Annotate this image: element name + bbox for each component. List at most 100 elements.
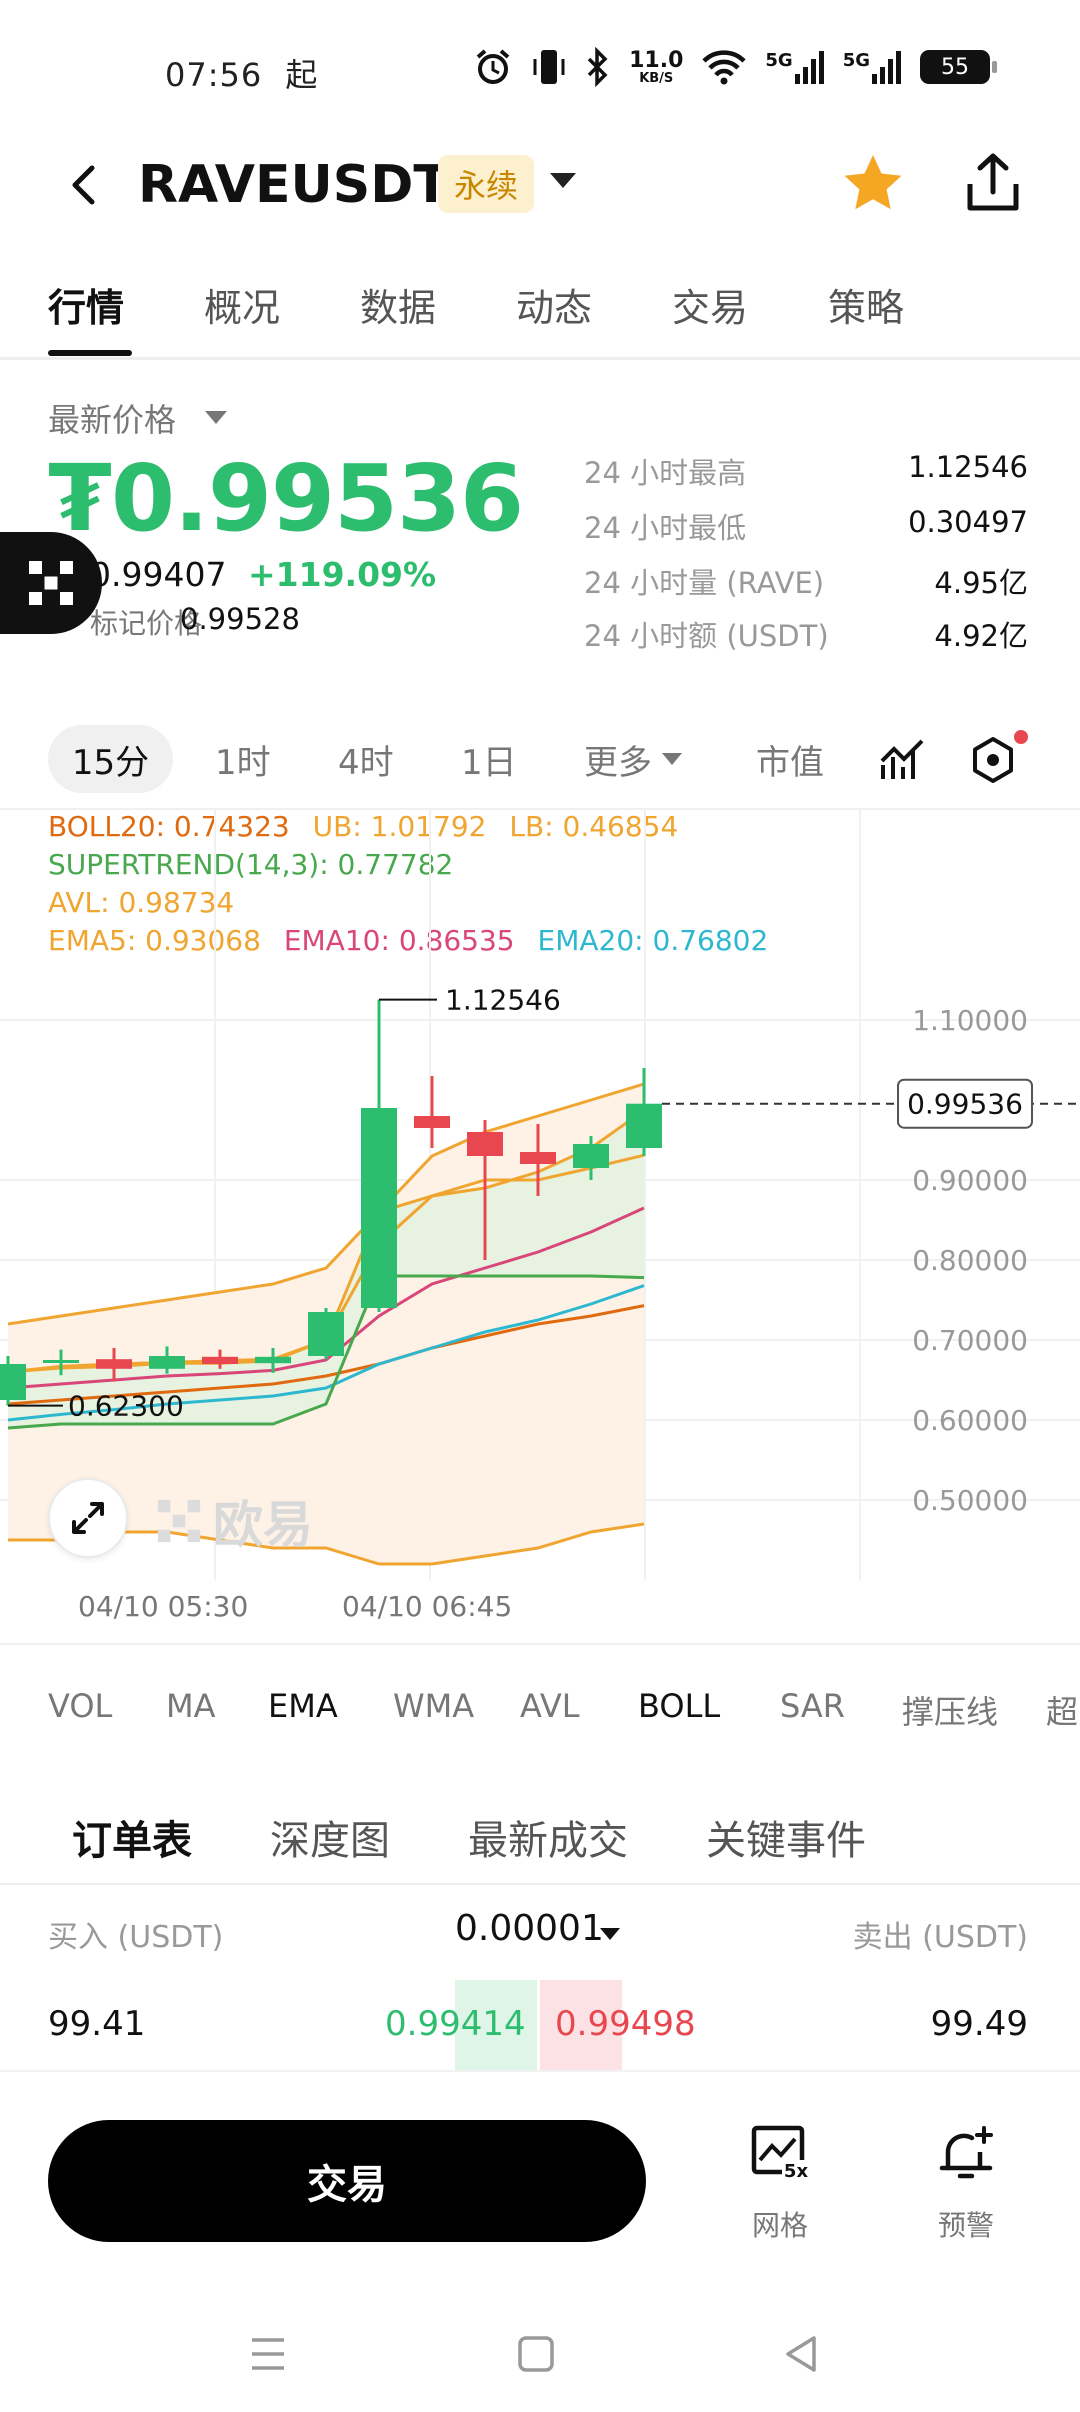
kline-chart[interactable]: BOLL20: 0.74323 UB: 1.01792 LB: 0.46854 … bbox=[0, 808, 1080, 1643]
tab-data[interactable]: 数据 bbox=[360, 277, 436, 332]
indicator-tab-sar[interactable]: SAR bbox=[780, 1687, 845, 1725]
change-percent: +119.09% bbox=[248, 555, 437, 594]
trade-button[interactable]: 交易 bbox=[48, 2120, 646, 2242]
indicator-chart-icon[interactable] bbox=[878, 735, 928, 785]
tab-market[interactable]: 行情 bbox=[48, 277, 124, 332]
timeframe-4h[interactable]: 4时 bbox=[338, 725, 394, 793]
timeframe-1d[interactable]: 1日 bbox=[461, 725, 517, 793]
precision-caret-icon[interactable] bbox=[600, 1928, 620, 1940]
indicator-tab-vol[interactable]: VOL bbox=[48, 1687, 112, 1725]
main-tabs: 行情 概况 数据 动态 交易 策略 bbox=[0, 265, 1080, 360]
grid-bot-icon: 5x bbox=[751, 2125, 810, 2182]
home-icon[interactable] bbox=[512, 2330, 560, 2378]
alert-label: 预警 bbox=[937, 2209, 994, 2242]
candle-body bbox=[0, 1364, 26, 1400]
y-tick-label: 0.50000 bbox=[912, 1484, 1028, 1517]
perpetual-badge: 永续 bbox=[438, 155, 534, 213]
settings-hex-icon[interactable] bbox=[968, 735, 1018, 785]
timeframe-more[interactable]: 更多 bbox=[584, 725, 682, 793]
candle-body bbox=[467, 1132, 503, 1156]
indicator-tab-ema[interactable]: EMA bbox=[268, 1687, 338, 1725]
tab-strategy[interactable]: 策略 bbox=[828, 277, 904, 332]
stat-label-turnover: 24 小时额 (USDT) bbox=[584, 619, 829, 653]
alert-bell-icon bbox=[939, 2126, 993, 2179]
ask-header: 卖出 (USDT) bbox=[852, 1920, 1028, 1955]
price-section: 最新价格 ₮0.99536 0.99407 +119.09% 标记价格 0.99… bbox=[0, 395, 1080, 685]
high-marker-label: 1.12546 bbox=[445, 984, 561, 1017]
x-tick-label: 04/10 06:45 bbox=[342, 1590, 513, 1623]
system-nav-bar bbox=[0, 2290, 1080, 2412]
precision-select[interactable]: 0.00001 bbox=[455, 1908, 604, 1949]
latest-price-label[interactable]: 最新价格 bbox=[48, 395, 176, 441]
back-nav-icon[interactable] bbox=[778, 2330, 826, 2378]
candle-body bbox=[573, 1144, 609, 1168]
y-tick-label: 0.80000 bbox=[912, 1244, 1028, 1277]
tab-trade[interactable]: 交易 bbox=[672, 277, 748, 332]
back-arrow-icon[interactable] bbox=[60, 160, 110, 210]
tab-overview[interactable]: 概况 bbox=[204, 277, 280, 332]
tab-order-book[interactable]: 订单表 bbox=[72, 1808, 192, 1866]
candle-body bbox=[96, 1359, 132, 1369]
orderbook-header: 买入 (USDT) 0.00001 卖出 (USDT) bbox=[0, 1900, 1080, 1970]
net-speed: 11.0 KB/S bbox=[629, 47, 684, 86]
indicator-tab-support-resistance[interactable]: 撑压线 bbox=[902, 1687, 998, 1733]
pair-dropdown-icon[interactable] bbox=[550, 173, 576, 188]
active-tab-indicator bbox=[48, 350, 132, 356]
market-cap-toggle[interactable]: 市值 bbox=[756, 725, 824, 793]
notification-dot bbox=[1014, 730, 1028, 744]
ask-price[interactable]: 0.99498 bbox=[555, 2004, 696, 2044]
candle-body bbox=[361, 1108, 397, 1308]
candle-body bbox=[626, 1103, 662, 1148]
indicator-tab-more[interactable]: 超 bbox=[1046, 1687, 1078, 1733]
candle-body bbox=[520, 1152, 556, 1164]
price-type-caret-icon[interactable] bbox=[205, 411, 227, 424]
signal-1: 5G bbox=[765, 50, 824, 84]
pair-title[interactable]: RAVEUSDT bbox=[138, 155, 449, 215]
tab-latest-trades[interactable]: 最新成交 bbox=[468, 1808, 628, 1866]
bid-header: 买入 (USDT) bbox=[48, 1920, 224, 1955]
share-icon[interactable] bbox=[960, 150, 1026, 216]
more-caret-icon bbox=[662, 753, 682, 765]
candle-body bbox=[255, 1356, 291, 1364]
indicator-tab-boll[interactable]: BOLL bbox=[638, 1687, 720, 1725]
mark-price-value: 0.99528 bbox=[180, 602, 300, 636]
stat-value-high: 1.12546 bbox=[908, 450, 1028, 484]
x-tick-label: 04/10 05:30 bbox=[78, 1590, 249, 1623]
stat-label-low: 24 小时最低 bbox=[584, 511, 747, 545]
timeframe-15m[interactable]: 15分 bbox=[48, 725, 173, 793]
indicator-tab-ma[interactable]: MA bbox=[166, 1687, 216, 1725]
bid-quantity: 99.41 bbox=[48, 2004, 146, 2044]
indicator-tab-wma[interactable]: WMA bbox=[393, 1687, 474, 1725]
tab-depth-chart[interactable]: 深度图 bbox=[270, 1808, 390, 1866]
indicator-tab-avl[interactable]: AVL bbox=[520, 1687, 580, 1725]
favorite-star-icon[interactable] bbox=[840, 150, 906, 216]
expand-icon bbox=[72, 1502, 104, 1534]
watermark: 欧易 bbox=[155, 1485, 313, 1557]
status-bar: 07:56 起 11.0 KB/S 5G 5G 55 bbox=[0, 0, 1080, 130]
menu-icon[interactable] bbox=[244, 2330, 292, 2378]
stat-label-high: 24 小时最高 bbox=[584, 456, 747, 490]
alert-button[interactable]: 预警 bbox=[896, 2112, 1036, 2242]
svg-text:5x: 5x bbox=[784, 2161, 809, 2182]
floating-app-button[interactable] bbox=[0, 532, 102, 634]
wifi-icon bbox=[702, 50, 746, 85]
candle-body bbox=[202, 1356, 238, 1364]
orderbook-row[interactable]: 99.41 0.99414 0.99498 99.49 bbox=[0, 1980, 1080, 2070]
tab-key-events[interactable]: 关键事件 bbox=[706, 1808, 866, 1866]
indicator-tabs: VOL MA EMA WMA AVL BOLL SAR 撑压线 超 bbox=[0, 1643, 1080, 1763]
orderbook-tabs: 订单表 深度图 最新成交 关键事件 bbox=[0, 1770, 1080, 1885]
candle-body bbox=[43, 1360, 79, 1363]
y-tick-label: 0.60000 bbox=[912, 1404, 1028, 1437]
bid-price[interactable]: 0.99414 bbox=[385, 2004, 526, 2044]
okx-watermark-icon bbox=[157, 1499, 201, 1543]
y-tick-label: 0.70000 bbox=[912, 1324, 1028, 1357]
low-marker-label: 0.62300 bbox=[68, 1390, 184, 1423]
signal-2: 5G bbox=[843, 50, 902, 84]
grid-label: 网格 bbox=[751, 2209, 808, 2242]
stat-label-volume: 24 小时量 (RAVE) bbox=[584, 566, 825, 600]
grid-button[interactable]: 5x 网格 bbox=[710, 2112, 850, 2242]
fullscreen-button[interactable] bbox=[48, 1478, 128, 1558]
tab-news[interactable]: 动态 bbox=[516, 277, 592, 332]
header: RAVEUSDT 永续 bbox=[0, 135, 1080, 235]
timeframe-1h[interactable]: 1时 bbox=[215, 725, 271, 793]
